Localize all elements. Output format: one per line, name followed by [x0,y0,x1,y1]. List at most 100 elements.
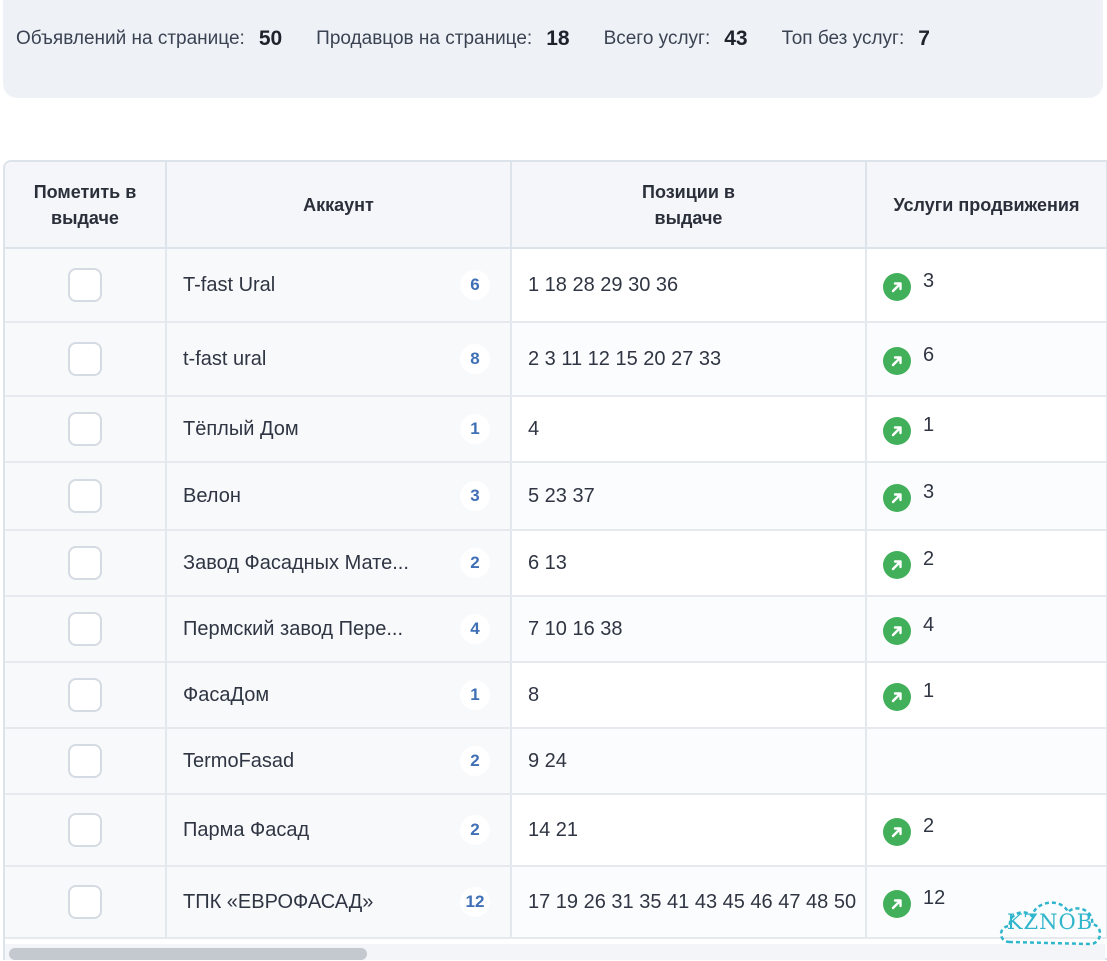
account-cell: ФасаДом 1 [166,662,512,729]
mark-checkbox[interactable] [68,546,102,580]
arrow-up-right-icon[interactable] [883,617,911,645]
services-wrap: 1 [883,679,1105,711]
services-cell: 1 [866,662,1107,729]
table-row[interactable]: Пермский завод Пере... 4 7 10 16 38 4 [5,596,1107,663]
mark-cell [5,322,167,397]
services-cell: 2 [866,530,1107,597]
header-positions[interactable]: Позиции в выдаче [511,162,867,249]
account-name[interactable]: Тёплый Дом [183,418,299,441]
services-count: 6 [923,343,935,366]
arrow-up-right-icon[interactable] [883,683,911,711]
account-wrap: Тёплый Дом 1 [183,414,490,444]
mark-checkbox[interactable] [68,885,102,919]
account-cell: Велон 3 [166,462,512,531]
services-count: 2 [923,547,935,570]
arrow-up-right-glyph [891,356,902,367]
watermark-logo: KZNOB [996,892,1104,956]
table-row[interactable]: ТПК «ЕВРОФАСАД» 12 17 19 26 31 35 41 43 … [5,866,1107,939]
account-cell: Парма Фасад 2 [166,794,512,867]
services-cell: 6 [866,322,1107,397]
arrow-up-right-glyph [891,827,902,838]
header-positions-label: Позиции в выдаче [642,181,735,228]
services-count: 12 [923,886,946,909]
table-row[interactable]: Парма Фасад 2 14 21 2 [5,794,1107,867]
account-name[interactable]: Пермский завод Пере... [183,618,403,641]
account-name[interactable]: TermoFasad [183,750,294,773]
mark-checkbox[interactable] [68,678,102,712]
services-cell: 3 [866,462,1107,531]
account-wrap: T-fast Ural 6 [183,270,490,300]
arrow-up-right-icon[interactable] [883,818,911,846]
services-wrap: 4 [883,613,1105,645]
positions-cell: 14 21 [511,794,867,867]
watermark-text: KZNOB [1006,910,1094,934]
header-account[interactable]: Аккаунт [166,162,512,249]
services-count: 1 [923,413,935,436]
account-count-badge: 6 [460,270,490,300]
mark-checkbox[interactable] [68,268,102,302]
table-row[interactable]: Велон 3 5 23 37 3 [5,462,1107,531]
positions-list: 14 21 [528,818,579,841]
sellers-table-container: Пометить в выдаче Аккаунт Позиции в выда… [3,160,1107,960]
arrow-up-right-icon[interactable] [883,417,911,445]
stats-bar: Объявлений на странице: 50 Продавцов на … [3,0,1103,98]
table-body: T-fast Ural 6 1 18 28 29 30 36 3 t-fast … [5,248,1107,939]
table-row[interactable]: T-fast Ural 6 1 18 28 29 30 36 3 [5,248,1107,323]
table-row[interactable]: TermoFasad 2 9 24 [5,728,1107,795]
arrow-up-right-icon[interactable] [883,273,911,301]
positions-list: 5 23 37 [528,484,595,507]
services-wrap: 3 [883,480,1105,512]
services-count: 3 [923,269,935,292]
scrollbar-thumb[interactable] [9,948,367,960]
account-wrap: Парма Фасад 2 [183,815,490,845]
arrow-up-right-icon[interactable] [883,890,911,918]
services-cell: 3 [866,248,1107,323]
table-row[interactable]: t-fast ural 8 2 3 11 12 15 20 27 33 6 [5,322,1107,397]
account-name[interactable]: t-fast ural [183,348,266,371]
account-name[interactable]: Парма Фасад [183,819,309,842]
account-cell: T-fast Ural 6 [166,248,512,323]
stat-total-services: Всего услуг: 43 [604,27,748,51]
arrow-up-right-icon[interactable] [883,551,911,579]
account-wrap: TermoFasad 2 [183,746,490,776]
mark-checkbox[interactable] [68,342,102,376]
account-name[interactable]: T-fast Ural [183,274,275,297]
header-mark[interactable]: Пометить в выдаче [5,162,167,249]
mark-cell [5,530,167,597]
stat-sellers-per-page: Продавцов на странице: 18 [316,27,569,51]
stat-ads-per-page: Объявлений на странице: 50 [16,27,282,51]
positions-list: 4 [528,417,540,440]
services-count: 2 [923,814,935,837]
header-services-label: Услуги продвижения [893,194,1080,215]
header-services[interactable]: Услуги продвижения [866,162,1107,249]
arrow-up-right-icon[interactable] [883,484,911,512]
mark-checkbox[interactable] [68,612,102,646]
stat-value: 50 [258,27,283,50]
mark-cell [5,662,167,729]
services-wrap: 1 [883,413,1105,445]
mark-checkbox[interactable] [68,412,102,446]
account-cell: t-fast ural 8 [166,322,512,397]
positions-list: 2 3 11 12 15 20 27 33 [528,347,722,370]
table-row[interactable]: Завод Фасадных Мате... 2 6 13 2 [5,530,1107,597]
account-count-badge: 1 [460,680,490,710]
mark-checkbox[interactable] [68,744,102,778]
arrow-up-right-glyph [891,560,902,571]
horizontal-scrollbar[interactable] [5,944,1105,960]
table-row[interactable]: Тёплый Дом 1 4 1 [5,396,1107,463]
mark-cell [5,248,167,323]
account-name[interactable]: ФасаДом [183,684,269,707]
stat-value: 43 [724,27,748,50]
mark-checkbox[interactable] [68,479,102,513]
arrow-up-right-icon[interactable] [883,347,911,375]
mark-cell [5,596,167,663]
table-row[interactable]: ФасаДом 1 8 1 [5,662,1107,729]
mark-checkbox[interactable] [68,813,102,847]
positions-cell: 6 13 [511,530,867,597]
services-cell: 2 [866,794,1107,867]
account-count-badge: 4 [460,614,490,644]
account-name[interactable]: Завод Фасадных Мате... [183,552,409,575]
account-count-badge: 2 [460,746,490,776]
account-name[interactable]: ТПК «ЕВРОФАСАД» [183,891,373,914]
account-name[interactable]: Велон [183,485,241,508]
